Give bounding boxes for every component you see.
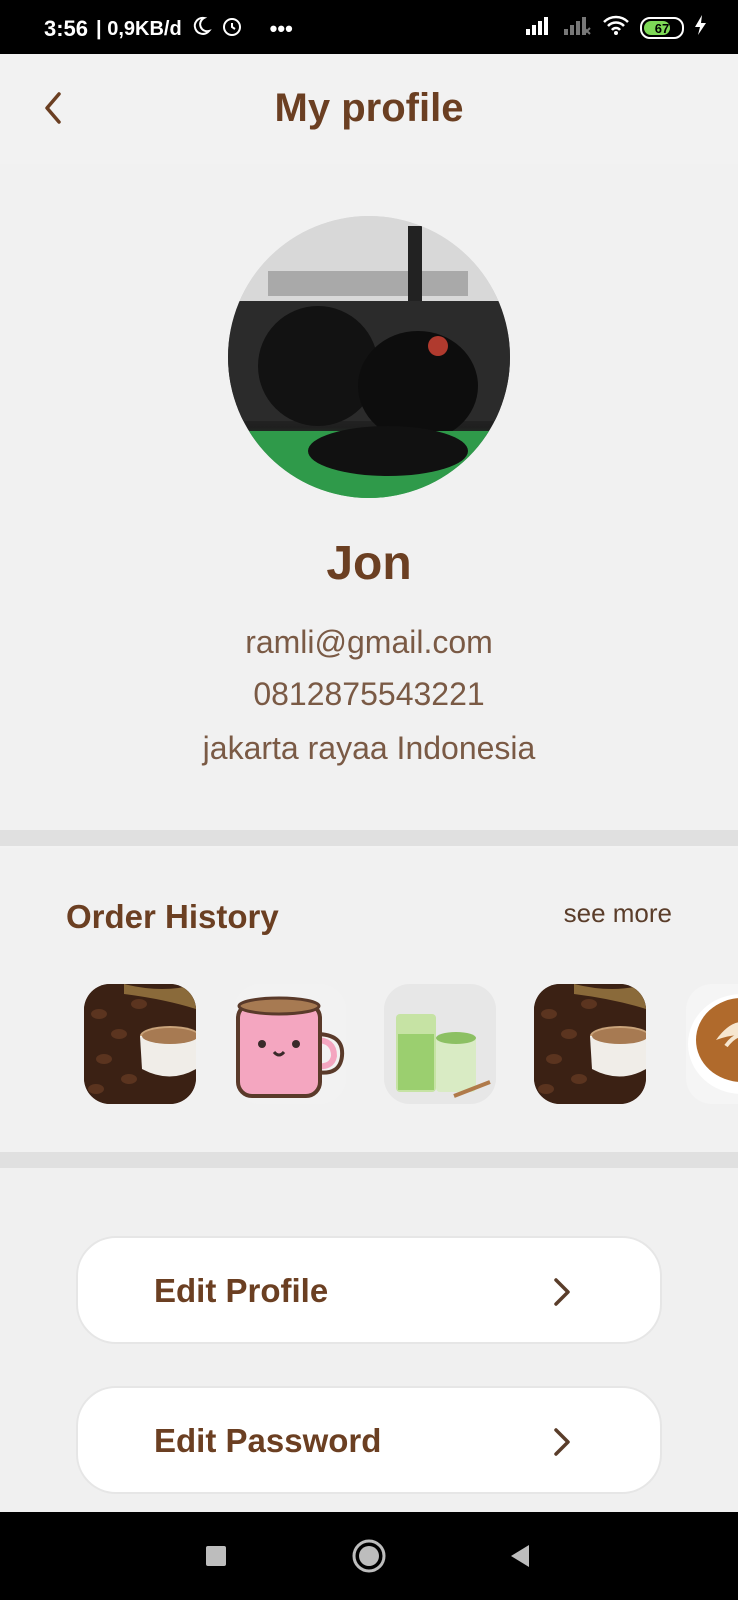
- chevron-right-icon: [554, 1278, 570, 1306]
- status-bar: 3:56 | 0,9KB/d ••• 67: [0, 0, 738, 54]
- network-speed: | 0,9KB/d: [96, 17, 182, 40]
- battery-icon: 67: [640, 17, 684, 39]
- profile-email: ramli@gmail.com: [245, 624, 493, 660]
- moon-icon: [190, 15, 212, 43]
- edit-profile-label: Edit Profile: [154, 1272, 329, 1309]
- battery-level: 67: [654, 20, 670, 36]
- matcha-drinks-image: [384, 984, 496, 1104]
- back-nav-button[interactable]: [498, 1534, 542, 1578]
- avatar-photo: [228, 216, 510, 498]
- edit-password-button[interactable]: Edit Password: [76, 1386, 662, 1494]
- order-item[interactable]: [84, 984, 196, 1104]
- section-divider: [0, 830, 738, 846]
- charging-icon: [694, 14, 708, 42]
- profile-section: Jon ramli@gmail.com 0812875543221 jakart…: [0, 164, 738, 830]
- circle-icon: [352, 1539, 386, 1573]
- status-right: 67: [524, 14, 708, 42]
- triangle-back-icon: [511, 1545, 529, 1567]
- section-divider: [0, 1152, 738, 1168]
- edit-profile-button[interactable]: Edit Profile: [76, 1236, 662, 1344]
- order-history-title: Order History: [66, 898, 279, 935]
- more-dots: •••: [269, 16, 293, 41]
- see-more-link[interactable]: see more: [564, 898, 672, 929]
- chevron-right-icon: [554, 1428, 570, 1456]
- profile-phone: 0812875543221: [253, 676, 485, 712]
- edit-password-label: Edit Password: [154, 1422, 382, 1459]
- profile-address: jakarta rayaa Indonesia: [202, 730, 536, 766]
- square-icon: [206, 1546, 226, 1566]
- home-button[interactable]: [347, 1534, 391, 1578]
- signal-icon: [524, 15, 552, 41]
- pink-mug-image: [234, 984, 346, 1104]
- signal-no-service-icon: [562, 15, 592, 41]
- system-nav-bar: [0, 1512, 738, 1600]
- alarm-icon: [220, 14, 244, 44]
- wifi-icon: [602, 14, 630, 42]
- avatar[interactable]: [228, 216, 510, 498]
- latte-art-image: [686, 984, 738, 1104]
- order-item[interactable]: [534, 984, 646, 1104]
- order-item[interactable]: [686, 984, 738, 1104]
- status-time: 3:56: [44, 16, 89, 41]
- page-title: My profile: [274, 86, 464, 130]
- order-item[interactable]: [234, 984, 346, 1104]
- coffee-beans-cup-image: [534, 984, 646, 1104]
- recents-button[interactable]: [194, 1534, 238, 1578]
- profile-name: Jon: [326, 537, 412, 590]
- status-left: 3:56 | 0,9KB/d •••: [44, 14, 293, 44]
- app-header: My profile: [0, 54, 738, 164]
- settings-menu: Edit Profile Edit Password: [0, 1168, 738, 1512]
- order-item[interactable]: [384, 984, 496, 1104]
- coffee-beans-cup-image: [84, 984, 196, 1104]
- order-history-section: Order History see more: [0, 848, 738, 1152]
